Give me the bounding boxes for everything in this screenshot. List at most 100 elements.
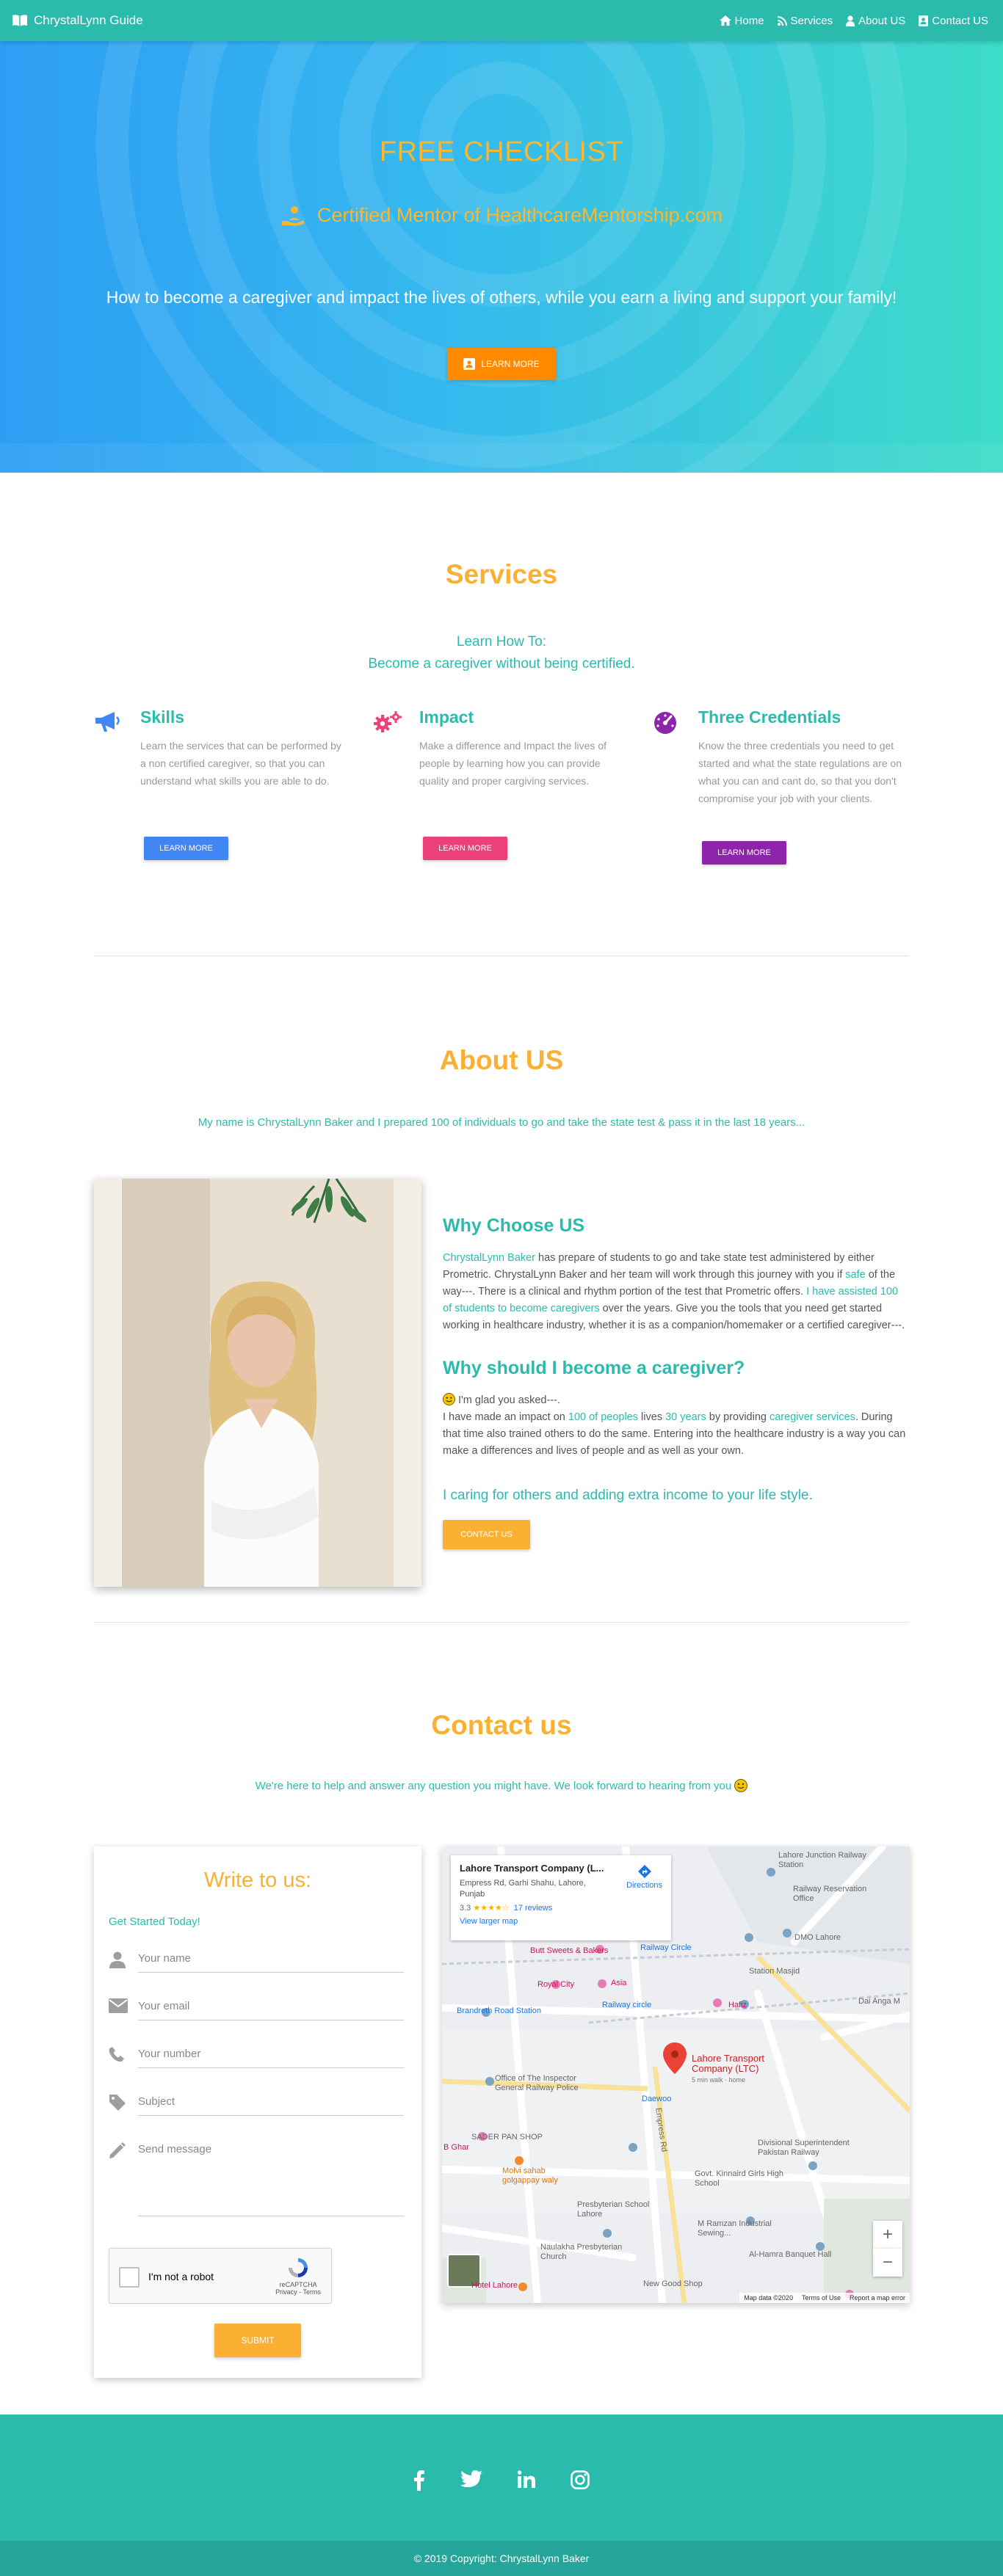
brand-name: ChrystalLynn Guide (34, 13, 143, 27)
map-label-newgood: New Good Shop (643, 2280, 703, 2288)
megaphone-icon (95, 712, 120, 732)
hero-subtitle-text: Certified Mentor of HealthcareMentorship… (316, 204, 723, 226)
about-title: About US (439, 1045, 564, 1075)
map-directions-button[interactable]: Directions (626, 1864, 662, 1890)
recaptcha-widget: I'm not a robot reCAPTCHA Privacy - Term… (109, 2248, 332, 2304)
map-zoom-out-button[interactable]: − (873, 2249, 902, 2277)
form-title: Write to us: (203, 1869, 312, 1892)
gears-icon (374, 711, 402, 732)
map-label-asia: Asia (611, 1979, 627, 1987)
map-terms-link[interactable]: Terms of Use (802, 2294, 841, 2302)
service-skills-button[interactable]: LEARN MORE (144, 837, 228, 860)
service-skills-title: Skills (140, 707, 185, 727)
map-place-address: Empress Rd, Garhi Shahu, Lahore, Punjab (460, 1879, 586, 1899)
years-highlight: 30 years (665, 1411, 706, 1423)
about-contact-button[interactable]: CONTACT US (443, 1520, 530, 1549)
nav-contact[interactable]: Contact US (919, 15, 988, 27)
glad-text: I'm glad you asked---. (458, 1394, 560, 1406)
subject-field: Subject (109, 2088, 404, 2117)
number-field: Your number (109, 2040, 404, 2070)
smiley-icon (443, 1393, 455, 1405)
map-label-railway-circle: Railway Circle (640, 1943, 692, 1952)
map-label-dai-anga: Dai Anga M (858, 1997, 900, 2006)
map-label-railway-circle2: Railway circle (602, 2001, 652, 2009)
number-input[interactable]: Your number (138, 2048, 404, 2068)
email-input[interactable]: Your email (138, 2000, 404, 2020)
why-choose-paragraph: ChrystalLynn Baker has prepare of studen… (443, 1250, 910, 1334)
map-label-brandreth: Brandreth Road Station (457, 2006, 541, 2015)
submit-button[interactable]: SUBMIT (214, 2324, 301, 2357)
hero-title: FREE CHECKLIST (379, 137, 624, 167)
linkedin-icon[interactable] (517, 2470, 535, 2495)
nav-home[interactable]: Home (719, 14, 764, 27)
nav-links: Home Services About US Contact US (719, 14, 988, 27)
services-highlight: caregiver services (769, 1411, 855, 1423)
why-choose-title: Why Choose US (443, 1215, 585, 1236)
nav-about[interactable]: About US (846, 15, 905, 27)
about-lead: My name is ChrystalLynn Baker and I prep… (198, 1116, 805, 1129)
rss-icon (777, 15, 787, 26)
section-divider (94, 1622, 909, 1623)
map-label-naulakha: Naulakha Presbyterian Church (540, 2243, 623, 2261)
name-input[interactable]: Your name (138, 1952, 404, 1973)
envelope-icon (109, 1998, 128, 2013)
map-reviews-link[interactable]: 17 reviews (514, 1904, 553, 1913)
map-label-daewoo: Daewoo (642, 2095, 672, 2103)
copyright: © 2019 Copyright: ChrystalLynn Baker (0, 2541, 1003, 2576)
twitter-icon[interactable] (460, 2470, 482, 2495)
hero-description: How to become a caregiver and impact the… (106, 288, 897, 307)
about-closing: I caring for others and adding extra inc… (443, 1488, 813, 1503)
get-started-text: Get Started Today! (109, 1915, 200, 1928)
hero-background-pattern (0, 41, 1003, 473)
hero-subtitle: Certified Mentor of HealthcareMentorship… (0, 204, 1003, 227)
social-links (0, 2470, 1003, 2495)
contact-form: Write to us: Get Started Today! Your nam… (94, 1847, 421, 2378)
subject-input[interactable]: Subject (138, 2095, 404, 2116)
instagram-icon[interactable] (571, 2470, 590, 2495)
recaptcha-checkbox[interactable] (119, 2267, 140, 2288)
contact-lead: We're here to help and answer any questi… (0, 1779, 1003, 1792)
map-label-ghar: B Ghar (443, 2143, 469, 2152)
map-label-dmo: DMO Lahore (794, 1933, 841, 1942)
user-icon (846, 15, 855, 26)
contact-card-icon (919, 15, 929, 26)
map-zoom-in-button[interactable]: + (873, 2221, 902, 2249)
map-report-link[interactable]: Report a map error (850, 2294, 905, 2302)
map-place-card: Lahore Transport Company (L... Empress R… (451, 1855, 671, 1940)
portrait-image (94, 1179, 421, 1587)
embedded-map[interactable]: Lahore Transport Company (L... Empress R… (442, 1847, 910, 2303)
should-become-title: Why should I become a caregiver? (443, 1358, 745, 1378)
safe-highlight: safe (845, 1269, 866, 1281)
about-photo (94, 1179, 421, 1587)
map-footer: Map data ©2020 Terms of Use Report a map… (739, 2293, 910, 2303)
brand[interactable]: ChrystalLynn Guide (12, 13, 143, 28)
nav-services[interactable]: Services (777, 15, 833, 27)
recaptcha-terms[interactable]: Privacy - Terms (275, 2288, 321, 2296)
services-intro-line1: Learn How To: (456, 634, 547, 650)
map-label-presbyterian: Presbyterian School Lahore (577, 2200, 650, 2219)
facebook-icon[interactable] (413, 2470, 425, 2495)
nav-home-label: Home (734, 14, 764, 27)
directions-icon (637, 1865, 651, 1878)
service-credentials-title: Three Credentials (698, 707, 841, 727)
message-input[interactable]: Send message (138, 2143, 404, 2216)
map-larger-link[interactable]: View larger map (460, 1917, 662, 1926)
name-field: Your name (109, 1945, 404, 1974)
pencil-icon (109, 2142, 126, 2158)
services-intro-line2: Become a caregiver without being certifi… (368, 656, 635, 672)
services-title: Services (445, 559, 558, 589)
map-data-credit: Map data ©2020 (744, 2294, 793, 2302)
about-text: Why Choose US ChrystalLynn Baker has pre… (443, 1215, 910, 1549)
contact-lead-text: We're here to help and answer any questi… (255, 1780, 732, 1792)
recaptcha-icon (289, 2258, 308, 2277)
hero-learn-more-button[interactable]: LEARN MORE (447, 348, 556, 380)
recaptcha-brand: reCAPTCHA (279, 2281, 317, 2288)
map-label-station-masjid: Station Masjid (749, 1967, 800, 1976)
service-impact-button[interactable]: LEARN MORE (423, 837, 507, 860)
service-credentials-button[interactable]: LEARN MORE (702, 841, 786, 865)
map-label-inspector: Office of The Inspector General Railway … (495, 2074, 579, 2092)
name-highlight: ChrystalLynn Baker (443, 1252, 535, 1264)
should-become-paragraph: I'm glad you asked---. I have made an imp… (443, 1392, 910, 1460)
map-label-royal: Royal City (537, 1980, 575, 1989)
map-pin-label[interactable]: Lahore Transport Company (LTC) 5 min walk… (692, 2053, 780, 2085)
